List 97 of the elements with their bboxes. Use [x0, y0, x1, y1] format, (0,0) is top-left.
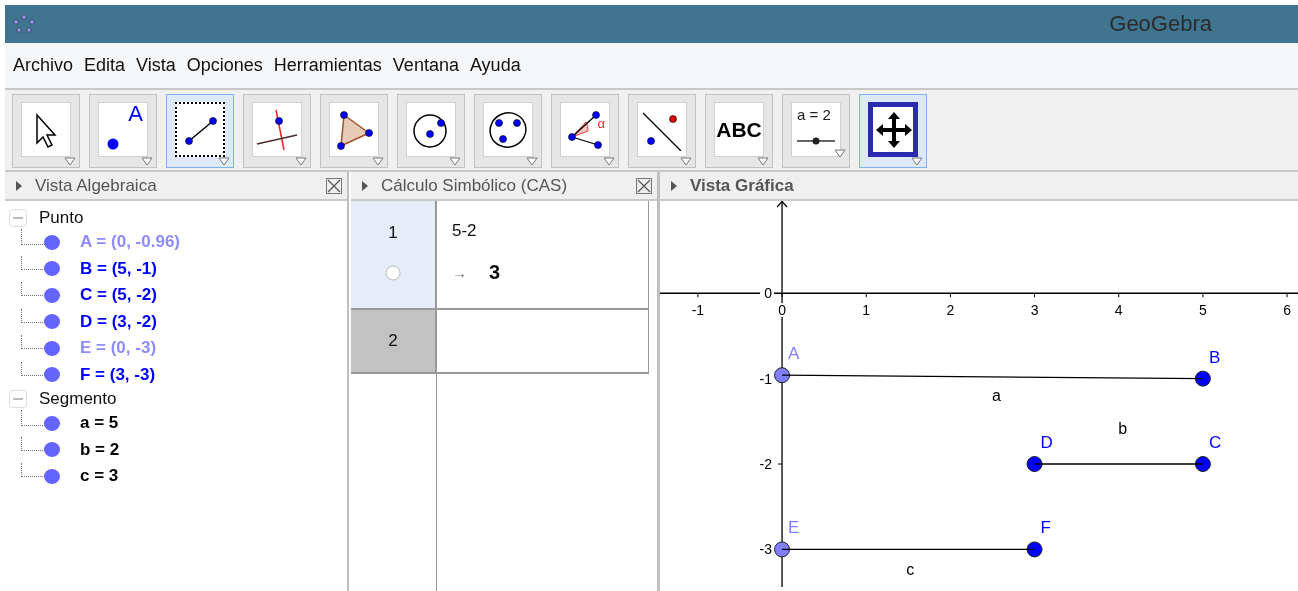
- object-definition[interactable]: D = (3, -2): [80, 311, 157, 332]
- tool-button[interactable]: [166, 94, 234, 168]
- window-title: GeoGebra: [1109, 11, 1212, 37]
- tick-label: 1: [862, 302, 871, 319]
- panel-title: Vista Gráfica: [690, 175, 795, 196]
- segment-label: b: [1118, 420, 1128, 438]
- object-dot[interactable]: [44, 468, 60, 484]
- object-dot[interactable]: [44, 287, 60, 303]
- dropdown-icon[interactable]: [526, 157, 538, 166]
- menu-item[interactable]: Herramientas: [269, 50, 389, 81]
- tool-button[interactable]: [474, 94, 542, 168]
- dropdown-icon[interactable]: [603, 157, 615, 166]
- object-dot[interactable]: [44, 442, 60, 458]
- tool-button[interactable]: A: [89, 94, 157, 168]
- dropdown-icon[interactable]: [757, 157, 769, 166]
- tick-label: 4: [1114, 302, 1123, 319]
- tool-button[interactable]: [628, 94, 696, 168]
- panel-title: Vista Algebraica: [35, 175, 158, 196]
- point-marker[interactable]: [774, 367, 791, 384]
- object-definition[interactable]: F = (3, -3): [80, 364, 156, 385]
- object-definition[interactable]: b = 2: [80, 439, 120, 460]
- object-dot[interactable]: [44, 234, 60, 250]
- tick-label: -2: [759, 456, 773, 473]
- close-button[interactable]: [324, 176, 343, 195]
- dropdown-icon[interactable]: [141, 157, 153, 166]
- menu-item[interactable]: Ayuda: [465, 50, 528, 81]
- object-dot[interactable]: [44, 340, 60, 356]
- object-dot[interactable]: [44, 415, 60, 431]
- point-marker[interactable]: [1194, 456, 1211, 473]
- cas-cell[interactable]: 5-2 → 3: [435, 201, 649, 308]
- menu-item[interactable]: Ventana: [388, 50, 466, 81]
- segment-line[interactable]: [781, 374, 1204, 380]
- tool-button[interactable]: [859, 94, 927, 168]
- expand-triangle-icon[interactable]: [670, 179, 678, 192]
- object-definition[interactable]: a = 5: [80, 413, 119, 434]
- segment-label: c: [906, 561, 915, 579]
- menu-item[interactable]: Opciones: [182, 50, 270, 81]
- segment-label: a: [992, 386, 1001, 404]
- tick-label: 6: [1283, 302, 1291, 319]
- object-dot[interactable]: [44, 367, 60, 383]
- point-label: A: [788, 344, 800, 364]
- tick-label: 0: [764, 285, 773, 302]
- dropdown-icon[interactable]: [449, 157, 461, 166]
- tool-button[interactable]: a = 2: [782, 94, 850, 168]
- menu-item[interactable]: Vista: [132, 50, 183, 81]
- close-button[interactable]: [635, 176, 653, 195]
- tick-label: 5: [1199, 302, 1207, 319]
- dropdown-icon[interactable]: [834, 149, 846, 158]
- object-definition[interactable]: c = 3: [80, 466, 119, 487]
- point-marker[interactable]: [1194, 370, 1211, 387]
- row-number: 2: [388, 331, 398, 351]
- plot-toggle[interactable]: [384, 265, 401, 281]
- tick-label: 2: [946, 302, 955, 319]
- menu-item[interactable]: Archivo: [9, 50, 81, 81]
- tool-button[interactable]: α: [551, 94, 619, 168]
- tick-label: 3: [1030, 302, 1039, 319]
- point-label: B: [1208, 347, 1221, 367]
- row-header[interactable]: 2: [350, 310, 436, 372]
- panel-title: Cálculo Simbólico (CAS): [380, 175, 569, 196]
- input-expression: 5-2: [451, 221, 477, 241]
- expand-triangle-icon[interactable]: [360, 179, 369, 192]
- tool-button[interactable]: [320, 94, 388, 168]
- dropdown-icon[interactable]: [911, 157, 923, 166]
- perpendicular-lines-icon: [256, 108, 298, 151]
- group-label: Punto: [39, 208, 84, 228]
- point-icon: [107, 138, 119, 150]
- dropdown-icon[interactable]: [218, 157, 230, 166]
- point-marker[interactable]: [774, 541, 791, 558]
- tick-label: -1: [759, 370, 773, 387]
- cas-output: 3: [488, 261, 501, 284]
- dropdown-icon[interactable]: [680, 157, 692, 166]
- expand-triangle-icon[interactable]: [15, 179, 23, 192]
- tool-button[interactable]: [397, 94, 465, 168]
- dropdown-icon[interactable]: [64, 157, 76, 166]
- group-label: Segmento: [39, 389, 117, 409]
- object-dot[interactable]: [44, 261, 60, 277]
- arrow-icon: →: [451, 264, 467, 281]
- point-label: E: [788, 518, 800, 538]
- tick-label: -1: [691, 302, 705, 319]
- row-number: 1: [388, 223, 398, 243]
- object-dot[interactable]: [44, 314, 60, 330]
- point-label: F: [1040, 518, 1051, 538]
- dropdown-icon[interactable]: [372, 157, 384, 166]
- point-marker[interactable]: [1026, 456, 1043, 473]
- tick-label: -3: [759, 541, 773, 558]
- point-label: D: [1040, 433, 1053, 453]
- app-logo-icon: [13, 14, 35, 34]
- dropdown-icon[interactable]: [295, 157, 307, 166]
- point-label: C: [1208, 433, 1222, 453]
- tool-button[interactable]: ABC: [705, 94, 773, 168]
- tool-button[interactable]: [12, 94, 80, 168]
- row-header[interactable]: 1: [350, 201, 436, 308]
- segment-line[interactable]: [781, 548, 1036, 551]
- point-marker[interactable]: [1026, 541, 1043, 558]
- menu-item[interactable]: Edita: [80, 50, 133, 81]
- object-definition[interactable]: B = (5, -1): [80, 258, 157, 279]
- object-definition[interactable]: C = (5, -2): [80, 285, 157, 306]
